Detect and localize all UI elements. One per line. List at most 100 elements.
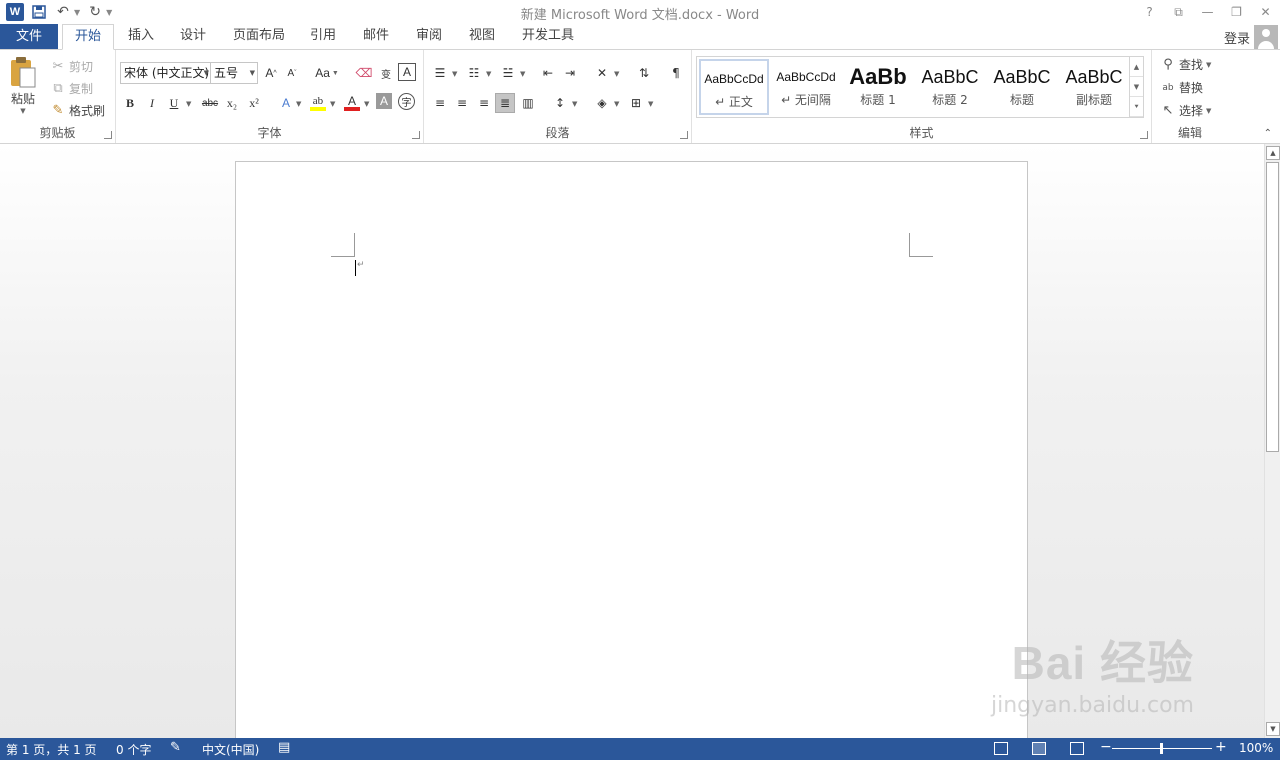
align-right-icon[interactable]: ≡ — [474, 93, 494, 113]
font-name-combo[interactable]: 宋体 (中文正文) ▼ — [120, 62, 212, 84]
style-item[interactable]: AaBbC 标题 2 — [915, 59, 985, 115]
zoom-level[interactable]: 100% — [1239, 741, 1273, 755]
numbering-dropdown-icon[interactable]: ▼ — [486, 70, 491, 78]
chinese-layout-icon[interactable]: ✕ — [592, 63, 612, 83]
style-item[interactable]: AaBb 标题 1 — [843, 59, 913, 115]
align-left-icon[interactable]: ≡ — [430, 93, 450, 113]
tab-design[interactable]: 设计 — [172, 24, 214, 50]
underline-dropdown-icon[interactable]: ▼ — [186, 100, 191, 108]
style-item[interactable]: AaBbCcDd ↵ 无间隔 — [771, 59, 841, 115]
clipboard-launcher-icon[interactable] — [104, 131, 112, 139]
proofing-icon[interactable]: ✎ — [170, 740, 181, 755]
show-hide-marks-icon[interactable]: ¶ — [666, 63, 686, 83]
tab-file[interactable]: 文件 — [0, 24, 58, 50]
increase-indent-icon[interactable]: ⇥ — [560, 63, 580, 83]
text-effects-icon[interactable]: A — [276, 93, 296, 113]
clear-formatting-icon[interactable]: ⌫ — [354, 63, 374, 83]
align-center-icon[interactable]: ≡ — [452, 93, 472, 113]
find-button[interactable]: ⚲ 查找 ▼ — [1160, 56, 1211, 73]
close-button[interactable]: ✕ — [1251, 0, 1280, 24]
paste-button[interactable]: 粘贴 ▼ — [8, 56, 38, 115]
font-name-dropdown-icon[interactable]: ▼ — [204, 63, 209, 83]
shading-icon[interactable]: ◈ — [592, 93, 612, 113]
borders-icon[interactable]: ⊞ — [626, 93, 646, 113]
tab-insert[interactable]: 插入 — [120, 24, 162, 50]
distributed-icon[interactable]: ▥ — [518, 93, 538, 113]
login-link[interactable]: 登录 — [1224, 28, 1250, 47]
restore-button[interactable]: ❐ — [1222, 0, 1251, 24]
language[interactable]: 中文(中国) — [202, 741, 259, 758]
select-button[interactable]: ↖ 选择 ▼ — [1160, 102, 1212, 119]
scroll-up-icon[interactable]: ▲ — [1266, 146, 1280, 160]
text-effects-dropdown-icon[interactable]: ▼ — [296, 100, 301, 108]
style-item[interactable]: AaBbCcDd ↵ 正文 — [699, 59, 769, 115]
help-button[interactable]: ? — [1135, 0, 1164, 24]
font-color-button[interactable]: A — [342, 93, 362, 113]
multilevel-list-icon[interactable]: ☱ — [498, 63, 518, 83]
underline-button[interactable]: U — [164, 93, 184, 113]
zoom-slider-thumb[interactable] — [1160, 743, 1163, 754]
find-dropdown-icon[interactable]: ▼ — [1206, 61, 1211, 69]
select-dropdown-icon[interactable]: ▼ — [1206, 107, 1211, 115]
character-shading-icon[interactable]: A — [376, 93, 392, 109]
tab-developer[interactable]: 开发工具 — [514, 24, 582, 50]
format-painter-button[interactable]: ✎ 格式刷 — [50, 102, 105, 119]
numbering-icon[interactable]: ☷ — [464, 63, 484, 83]
decrease-indent-icon[interactable]: ⇤ — [538, 63, 558, 83]
web-layout-icon[interactable] — [1070, 742, 1084, 755]
tab-mailings[interactable]: 邮件 — [355, 24, 397, 50]
tab-page-layout[interactable]: 页面布局 — [226, 24, 292, 50]
subscript-button[interactable]: x₂ — [222, 93, 242, 113]
avatar[interactable] — [1254, 25, 1278, 49]
grow-font-button[interactable]: A ^ — [261, 63, 281, 83]
scroll-down-icon[interactable]: ▼ — [1266, 722, 1280, 736]
chinese-layout-dropdown-icon[interactable]: ▼ — [614, 70, 619, 78]
read-mode-icon[interactable] — [994, 742, 1008, 755]
superscript-button[interactable]: x² — [244, 93, 264, 113]
phonetic-guide-icon[interactable]: 变 — [376, 63, 396, 83]
highlight-button[interactable]: ab — [308, 93, 328, 113]
tab-view[interactable]: 视图 — [461, 24, 503, 50]
font-size-combo[interactable]: 五号 ▼ — [210, 62, 258, 84]
change-case-button[interactable]: Aa ▼ — [312, 63, 342, 83]
zoom-out-button[interactable]: − — [1100, 739, 1112, 755]
paragraph-launcher-icon[interactable] — [680, 131, 688, 139]
italic-button[interactable]: I — [142, 93, 162, 113]
gallery-up-icon[interactable]: ▲ — [1130, 57, 1143, 77]
paste-dropdown-icon[interactable]: ▼ — [20, 107, 25, 115]
gallery-more-icon[interactable]: ⯆ — [1130, 97, 1143, 117]
tab-home[interactable]: 开始 — [62, 24, 114, 50]
copy-button[interactable]: ⧉ 复制 — [50, 80, 93, 97]
borders-dropdown-icon[interactable]: ▼ — [648, 100, 653, 108]
word-count[interactable]: 0 个字 — [116, 741, 151, 758]
character-border-icon[interactable]: A — [398, 63, 416, 81]
bold-button[interactable]: B — [120, 93, 140, 113]
zoom-in-button[interactable]: + — [1215, 739, 1227, 755]
minimize-button[interactable]: — — [1193, 0, 1222, 24]
style-item[interactable]: AaBbC 副标题 — [1059, 59, 1129, 115]
justify-icon[interactable]: ≣ — [495, 93, 515, 113]
font-color-dropdown-icon[interactable]: ▼ — [364, 100, 369, 108]
style-item[interactable]: AaBbC 标题 — [987, 59, 1057, 115]
ribbon-display-options-button[interactable]: ⧉ — [1164, 0, 1193, 24]
bullets-dropdown-icon[interactable]: ▼ — [452, 70, 457, 78]
multilevel-list-dropdown-icon[interactable]: ▼ — [520, 70, 525, 78]
enclose-characters-icon[interactable]: 字 — [398, 93, 415, 110]
macro-icon[interactable]: ▤ — [278, 740, 290, 755]
print-layout-icon[interactable] — [1032, 742, 1046, 755]
font-launcher-icon[interactable] — [412, 131, 420, 139]
replace-button[interactable]: ab 替换 — [1160, 79, 1203, 96]
tab-review[interactable]: 审阅 — [408, 24, 450, 50]
shrink-font-button[interactable]: Aˇ — [282, 63, 302, 83]
collapse-ribbon-icon[interactable]: ⌃ — [1264, 128, 1272, 139]
bullets-icon[interactable]: ☰ — [430, 63, 450, 83]
shading-dropdown-icon[interactable]: ▼ — [614, 100, 619, 108]
line-spacing-dropdown-icon[interactable]: ▼ — [572, 100, 577, 108]
styles-launcher-icon[interactable] — [1140, 131, 1148, 139]
scroll-thumb[interactable] — [1266, 162, 1279, 452]
vertical-scrollbar[interactable]: ▲ ▼ — [1264, 144, 1280, 738]
line-spacing-icon[interactable]: ↕ — [550, 93, 570, 113]
cut-button[interactable]: ✂ 剪切 — [50, 58, 93, 75]
tab-references[interactable]: 引用 — [302, 24, 344, 50]
document-page[interactable]: ↵ — [235, 161, 1028, 738]
